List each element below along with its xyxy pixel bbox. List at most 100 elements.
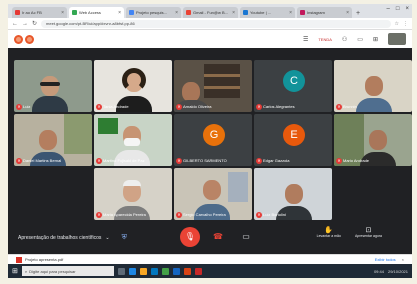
raise-hand-button[interactable]: ✋ Levantar a mão — [317, 226, 341, 238]
maximize-icon[interactable]: □ — [396, 6, 400, 12]
participant-tile[interactable]: ✕ Martino Fujisaki de Paz — [94, 114, 172, 166]
browser-tab-active[interactable]: Web Access × — [69, 7, 124, 18]
browser-tab[interactable]: Instagram × — [297, 7, 352, 18]
browser-tab[interactable]: Projeto pesquis... × — [126, 7, 181, 18]
participant-name: Carlos Alegrantes — [263, 104, 295, 109]
show-all-link[interactable]: Exibir todos — [375, 257, 396, 262]
participant-name: Edgar Gazzola — [263, 158, 290, 163]
mic-off-icon: ✕ — [96, 104, 102, 110]
chevron-down-icon[interactable]: ⌄ — [105, 235, 109, 241]
participant-name: Arnaldo Oliveira — [183, 104, 212, 109]
close-tab-icon[interactable]: × — [173, 10, 178, 16]
grid-view-icon[interactable]: ☰ — [303, 36, 308, 43]
participant-tile[interactable]: C ✕ Carlos Alegrantes — [254, 60, 332, 112]
participant-tile[interactable]: ✕ Luiz Bortolini — [254, 168, 332, 220]
taskbar-search[interactable]: ⌕ Digite aqui para pesquisar — [21, 266, 114, 276]
present-now-button[interactable]: ⊡ Apresentar agora — [355, 226, 382, 238]
participant-tile[interactable]: ✕ Maria Aparecida Pereira — [94, 168, 172, 220]
tab-label: Gmail - Fun@w B... — [193, 10, 228, 15]
minimize-icon[interactable]: – — [387, 6, 390, 12]
tab-favicon — [15, 10, 20, 15]
raise-hand-label: Levantar a mão — [316, 234, 341, 238]
participant-name: GILBERTO SARMENTO — [183, 158, 227, 163]
downloaded-file[interactable]: Projeto apresenta.pdf — [25, 257, 63, 262]
present-icon: ⊡ — [365, 227, 372, 234]
chrome-icon[interactable] — [161, 267, 169, 275]
browser-tab[interactable]: Youtube | ... × — [240, 7, 295, 18]
participant-name: Brunnin — [343, 104, 357, 109]
tab-favicon — [129, 10, 134, 15]
address-bar-url: meet.google.com/pt-BR/ui/app/#xvnr-a8bfs… — [46, 21, 135, 26]
mic-off-icon: ✕ — [256, 158, 262, 164]
participant-tile[interactable]: G ✕ GILBERTO SARMENTO — [174, 114, 252, 166]
close-tab-icon[interactable]: × — [344, 10, 349, 16]
tray-clock-date[interactable]: 29/10/2021 — [388, 269, 408, 274]
mic-off-icon: ✕ — [256, 104, 262, 110]
microphone-off-icon[interactable]: 🎙 — [180, 227, 200, 247]
meet-top-bar: ☰ TENDA ⚇ ▭ ⊞ — [8, 30, 412, 48]
close-tab-icon[interactable]: × — [59, 10, 64, 16]
new-tab-icon[interactable]: + — [356, 10, 360, 17]
participant-tile[interactable]: ✕ Arnaldo Oliveira — [174, 60, 252, 112]
close-tab-icon[interactable]: × — [287, 10, 292, 16]
participant-tile[interactable]: ✕ Brunnin — [334, 60, 412, 112]
address-bar[interactable]: meet.google.com/pt-BR/ui/app/#xvnr-a8bfs… — [41, 19, 391, 28]
participant-tile[interactable]: ✕ Tania Andrade — [94, 60, 172, 112]
close-window-icon[interactable]: × — [405, 6, 409, 12]
self-view-thumbnail[interactable] — [388, 33, 406, 45]
people-icon[interactable]: ⚇ — [342, 36, 347, 43]
download-shelf: Projeto apresenta.pdf Exibir todos × — [8, 254, 412, 264]
phone-hangup-icon[interactable]: ☎ — [208, 227, 228, 247]
screen-frame: Ir ao Ac FB × Web Access × Projeto pesquis… — [8, 4, 412, 278]
mic-off-icon: ✕ — [336, 158, 342, 164]
app-logo — [14, 34, 34, 44]
participant-tile[interactable]: ✕ Daniel Martins Bernal — [14, 114, 92, 166]
hand-icon: ✋ — [324, 227, 334, 234]
camera-icon[interactable]: ▭ — [236, 227, 256, 247]
tab-label: Instagram — [307, 10, 325, 15]
tray-clock-time[interactable]: 09:44 — [374, 269, 384, 274]
mic-off-icon: ✕ — [16, 104, 22, 110]
mic-off-icon: ✕ — [176, 212, 182, 218]
powerpoint-icon[interactable] — [183, 267, 191, 275]
meet-bottom-bar: Apresentação de trabalhos científicos ⌄ … — [8, 222, 412, 254]
present-now-label: Apresentar agora — [354, 234, 382, 238]
star-icon[interactable]: ☆ — [395, 21, 399, 27]
meeting-title[interactable]: Apresentação de trabalhos científicos — [18, 235, 101, 241]
folder-icon[interactable] — [139, 267, 147, 275]
windows-start-icon[interactable]: ⊞ — [12, 267, 18, 275]
edge-icon[interactable] — [128, 267, 136, 275]
chat-icon[interactable]: ▭ — [357, 36, 363, 43]
participant-tile[interactable]: ✕ Luiz — [14, 60, 92, 112]
activities-icon[interactable]: ⊞ — [373, 36, 378, 43]
forward-icon[interactable]: → — [22, 21, 28, 27]
task-view-icon[interactable] — [117, 267, 125, 275]
participant-name: Luiz — [23, 104, 31, 109]
mic-off-icon: ✕ — [176, 104, 182, 110]
pdf-icon — [16, 256, 22, 263]
word-icon[interactable] — [172, 267, 180, 275]
participant-tile[interactable]: ✕ Mario Andrade — [334, 114, 412, 166]
mic-off-icon: ✕ — [256, 212, 262, 218]
meeting-actions: ✋ Levantar a mão ⊡ Apresentar agora — [317, 226, 382, 238]
acrobat-icon[interactable] — [194, 267, 202, 275]
taskbar-search-placeholder: Digite aqui para pesquisar — [29, 268, 76, 274]
participant-name: Maria Aparecida Pereira — [103, 212, 146, 217]
participant-tile[interactable]: E ✕ Edgar Gazzola — [254, 114, 332, 166]
participant-name: Luiz Bortolini — [263, 212, 286, 217]
store-icon[interactable] — [150, 267, 158, 275]
search-icon: ⌕ — [24, 268, 28, 274]
back-icon[interactable]: ← — [12, 21, 18, 27]
tab-favicon — [72, 10, 77, 15]
reload-icon[interactable]: ↻ — [32, 20, 37, 27]
close-tab-icon[interactable]: × — [230, 10, 235, 16]
close-tab-icon[interactable]: × — [116, 10, 121, 16]
close-icon[interactable]: × — [402, 257, 404, 262]
browser-tab[interactable]: Ir ao Ac FB × — [12, 7, 67, 18]
browser-tab[interactable]: Gmail - Fun@w B... × — [183, 7, 238, 18]
participant-tile[interactable]: ✕ Sergio Carvalho Pereira — [174, 168, 252, 220]
participant-name: Daniel Martins Bernal — [23, 158, 62, 163]
menu-icon[interactable]: ⋮ — [403, 21, 408, 27]
mic-off-icon: ✕ — [336, 104, 342, 110]
shield-icon[interactable]: ⛨ — [122, 234, 127, 242]
